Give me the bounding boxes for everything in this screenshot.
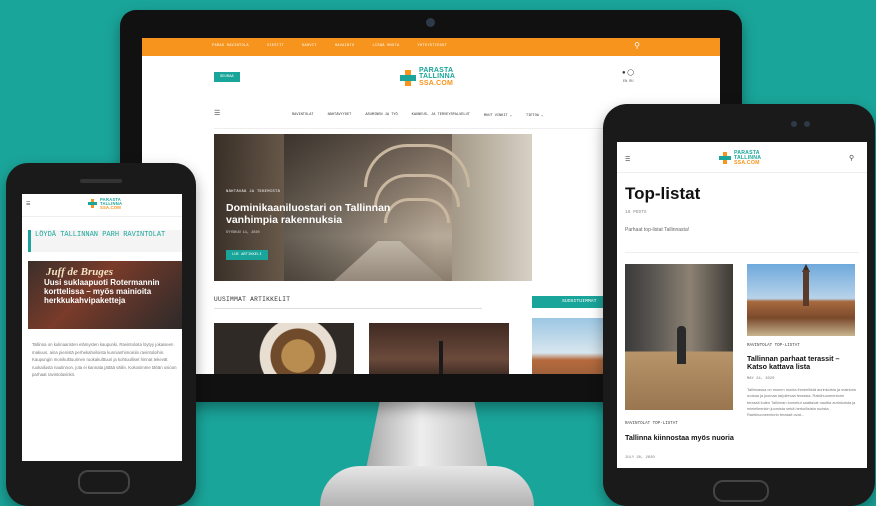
menu-item[interactable]: MUUT VINKIT ⌄	[484, 113, 512, 118]
post-date: JULY 20, 2020	[625, 456, 655, 460]
top-bar: PARAS RAVINTOLA VIESTIT KAHVIT HAVAINTO …	[142, 38, 720, 56]
logo-cross-icon	[88, 199, 97, 209]
hero-article[interactable]: NÄHTÄVÄÄ JA TEKEMISTÄ Dominikaaniluostar…	[214, 134, 532, 281]
language-switch[interactable]: EN RU	[623, 80, 634, 84]
page-subtitle: Parhaat top-listat Tallinnasta!	[625, 227, 690, 233]
top-nav: PARAS RAVINTOLA VIESTIT KAHVIT HAVAINTO …	[212, 44, 447, 48]
menu-item[interactable]: KAUNEUS- JA TERVEYSPALVELUT	[412, 113, 470, 118]
menu-item[interactable]: NÄHTÄVYYDET	[328, 113, 352, 118]
hero-image-street	[334, 241, 444, 281]
phone-speaker	[80, 179, 122, 183]
home-button[interactable]	[78, 470, 130, 494]
post-thumbnail[interactable]	[747, 264, 855, 336]
phone-screen: ☰ PARASTA TALLINNA SSA.COM LÖYDÄ TALLINN…	[22, 194, 182, 461]
camera-icon	[804, 121, 810, 127]
phone-header: ☰ PARASTA TALLINNA SSA.COM	[22, 194, 182, 217]
thumbnail-spire	[439, 341, 443, 374]
tablet-device: ☰ PARASTA TALLINNA SSA.COM ⚲ Top-listat …	[603, 104, 875, 506]
instagram-icon[interactable]: ◯	[627, 70, 634, 76]
page-title: Top-listat	[625, 184, 701, 203]
intro-text: Tallinna on kulinaaristen elämysten kaup…	[32, 342, 177, 378]
follow-button[interactable]: SEURAA	[214, 72, 240, 82]
hero-meta: SYYSKUU 11, 2020	[226, 231, 260, 235]
logo-cross-icon	[400, 69, 416, 86]
hamburger-menu-icon[interactable]: ☰	[26, 201, 30, 207]
hero-image-wall	[452, 134, 532, 281]
post-excerpt: Tallinnassa on monen monta ihmeellistä a…	[747, 387, 856, 417]
latest-articles-heading: UUSIMMAT ARTIKKELIT	[214, 296, 291, 303]
top-nav-item[interactable]: YHTEYSTIEDOT	[418, 44, 447, 48]
divider	[617, 172, 867, 173]
monitor-stand-base	[320, 466, 534, 506]
tablet-cameras	[791, 121, 810, 127]
top-nav-item[interactable]: VIESTIT	[267, 44, 284, 48]
read-article-button[interactable]: LUE ARTIKKELI	[226, 250, 268, 260]
hamburger-menu-icon[interactable]: ☰	[625, 156, 630, 163]
post-date: MAY 24, 2020	[747, 377, 775, 381]
top-nav-item[interactable]: LISÄÄ MUUTA	[372, 44, 399, 48]
post-thumbnail[interactable]	[625, 264, 733, 410]
hamburger-menu-icon[interactable]: ☰	[214, 109, 220, 117]
logo-line: SSA.COM	[734, 159, 760, 166]
search-icon[interactable]: ⚲	[849, 154, 854, 162]
post-title[interactable]: Tallinnan parhaat terassit – Katso katta…	[747, 354, 859, 372]
webcam-icon	[426, 18, 435, 27]
top-nav-item[interactable]: KAHVIT	[302, 44, 317, 48]
top-nav-item[interactable]: HAVAINTO	[335, 44, 355, 48]
featured-article-card[interactable]: Juff de Bruges Uusi suklaapuoti Roterman…	[28, 261, 182, 329]
divider	[625, 252, 859, 253]
camera-icon	[791, 121, 797, 127]
post-count: 16 POSTS	[625, 210, 647, 215]
site-logo[interactable]: PARASTA TALLINNA SSA.COM	[88, 197, 122, 210]
category-heading: LÖYDÄ TALLINNAN PARH RAVINTOLAT	[28, 230, 182, 252]
menu-item[interactable]: TIETOA ⌄	[526, 113, 543, 118]
hero-category[interactable]: NÄHTÄVÄÄ JA TEKEMISTÄ	[226, 190, 280, 194]
article-thumbnail[interactable]	[214, 323, 354, 374]
card-caption[interactable]: Uusi suklaapuoti Rotermannin korttelissa…	[44, 278, 182, 305]
site-logo[interactable]: PARASTA TALLINNA SSA.COM	[719, 151, 761, 165]
menu-item[interactable]: RAVINTOLAT	[292, 113, 314, 118]
social-icons: ● ◯	[622, 69, 634, 76]
top-nav-item[interactable]: PARAS RAVINTOLA	[212, 44, 249, 48]
home-button[interactable]	[713, 480, 769, 502]
main-menu: RAVINTOLAT NÄHTÄVYYDET ASUMINEN JA TYÖ K…	[292, 113, 543, 118]
card-image-sign: Juff de Bruges	[46, 266, 114, 278]
phone-device: ☰ PARASTA TALLINNA SSA.COM LÖYDÄ TALLINN…	[6, 163, 196, 506]
post-category[interactable]: RAVINTOLAT TOP-LISTAT	[625, 422, 678, 426]
menu-item[interactable]: ASUMINEN JA TYÖ	[365, 113, 397, 118]
hero-title[interactable]: Dominikaaniluostari on Tallinnan vanhimp…	[226, 202, 406, 226]
tablet-screen: ☰ PARASTA TALLINNA SSA.COM ⚲ Top-listat …	[617, 142, 867, 468]
site-logo[interactable]: PARASTA TALLINNA SSA.COM	[400, 67, 455, 87]
article-thumbnail[interactable]	[369, 323, 509, 374]
category-heading-text: LÖYDÄ TALLINNAN PARH RAVINTOLAT	[35, 231, 166, 239]
thumbnail-tower	[803, 270, 809, 306]
logo-cross-icon	[719, 152, 731, 165]
post-category[interactable]: RAVINTOLAT TOP-LISTAT	[747, 344, 800, 348]
logo-line: SSA.COM	[100, 204, 121, 210]
monitor-stand-neck	[366, 397, 488, 469]
facebook-icon[interactable]: ●	[622, 70, 626, 76]
logo-line: SSA.COM	[419, 79, 454, 87]
post-title[interactable]: Tallinna kiinnostaa myös nuoria	[625, 433, 735, 442]
thumbnail-person	[677, 326, 686, 364]
search-icon[interactable]: ⚲	[634, 41, 640, 50]
divider	[214, 308, 482, 309]
